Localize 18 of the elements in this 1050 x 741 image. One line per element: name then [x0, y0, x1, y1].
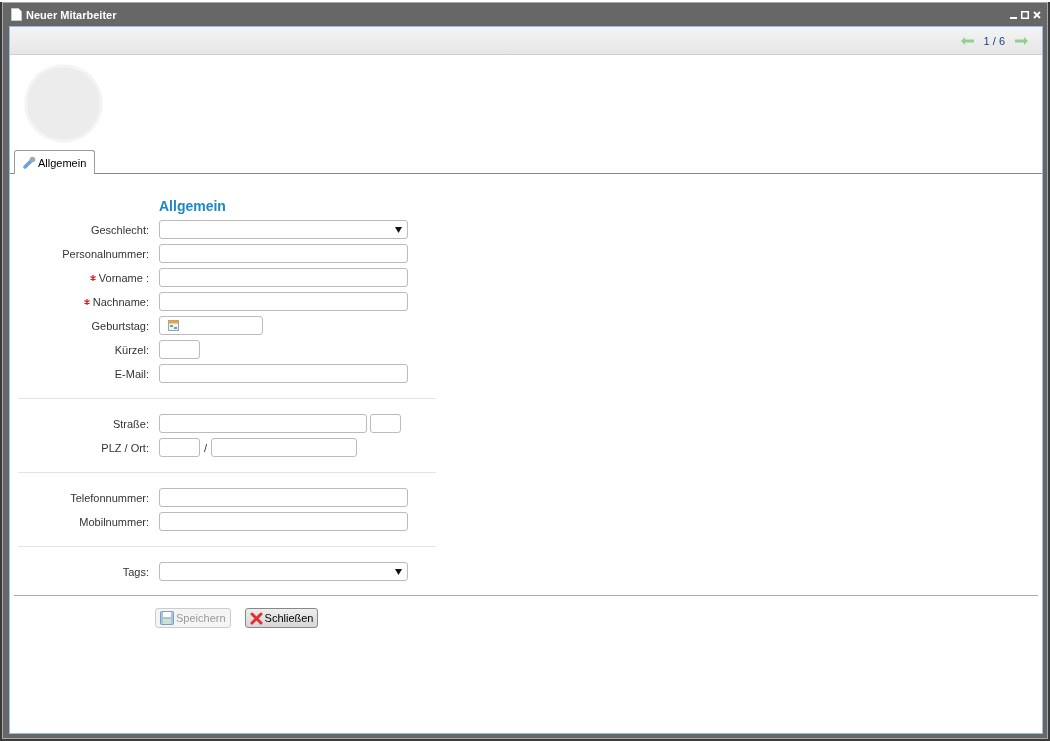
close-button[interactable]: Schließen: [244, 608, 319, 628]
field-label: Personalnummer:: [62, 247, 149, 260]
field-label: Telefonnummer:: [70, 491, 149, 504]
separator-text: /: [203, 441, 209, 454]
field-label: Kürzel:: [114, 343, 149, 356]
window-title: Neuer Mitarbeiter: [26, 8, 118, 21]
section-heading: Allgemein: [159, 198, 227, 216]
field-label: Tags:: [122, 565, 149, 578]
field-label: E-Mail:: [114, 367, 149, 380]
field-label: Geschlecht:: [90, 223, 149, 236]
field-label: Straße:: [112, 417, 149, 430]
field-label: PLZ / Ort:: [101, 441, 149, 454]
field-label: Nachname:: [92, 295, 149, 308]
field-label: Vorname :: [98, 271, 149, 284]
tab[interactable]: Allgemein: [14, 150, 96, 174]
page-counter: 1 / 6: [983, 34, 1005, 47]
field-label: Geburtstag:: [91, 319, 149, 332]
field-label: Mobilnummer:: [79, 515, 149, 528]
